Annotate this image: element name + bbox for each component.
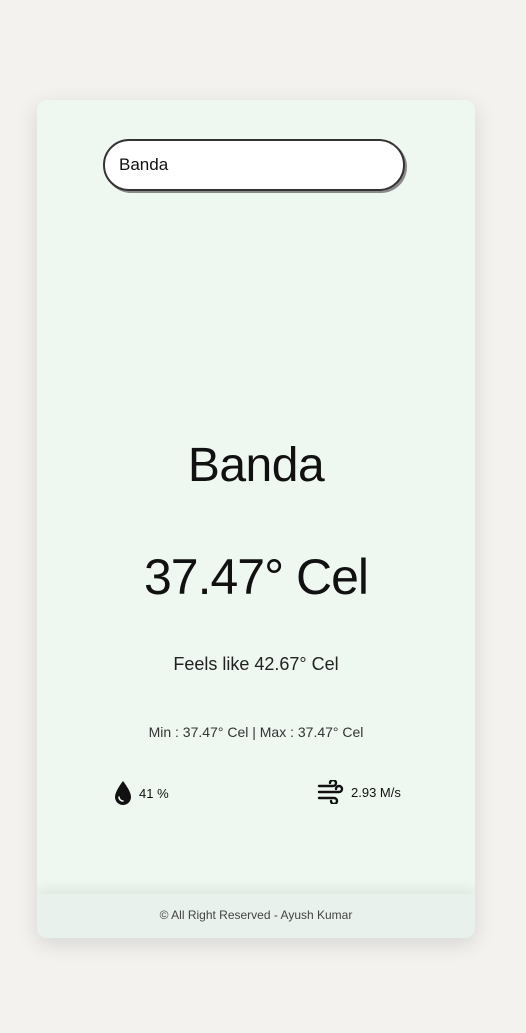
wind-stat: 2.93 M/s xyxy=(317,780,401,804)
weather-card: Banda 37.47° Cel Feels like 42.67° Cel M… xyxy=(37,100,475,938)
water-drop-icon xyxy=(115,781,131,805)
footer: © All Right Reserved - Ayush Kumar xyxy=(37,894,475,938)
min-max-temperature: Min : 37.47° Cel | Max : 37.47° Cel xyxy=(148,724,364,740)
city-search-input[interactable] xyxy=(103,139,405,191)
city-name: Banda xyxy=(187,439,325,492)
feels-like: Feels like 42.67° Cel xyxy=(173,654,339,674)
wind-icon xyxy=(317,780,344,804)
temperature: 37.47° Cel xyxy=(143,549,369,605)
humidity-stat: 41 % xyxy=(113,780,169,806)
footer-text: © All Right Reserved - Ayush Kumar xyxy=(159,908,353,922)
wind-value: 2.93 M/s xyxy=(351,784,401,800)
humidity-value: 41 % xyxy=(139,785,169,801)
